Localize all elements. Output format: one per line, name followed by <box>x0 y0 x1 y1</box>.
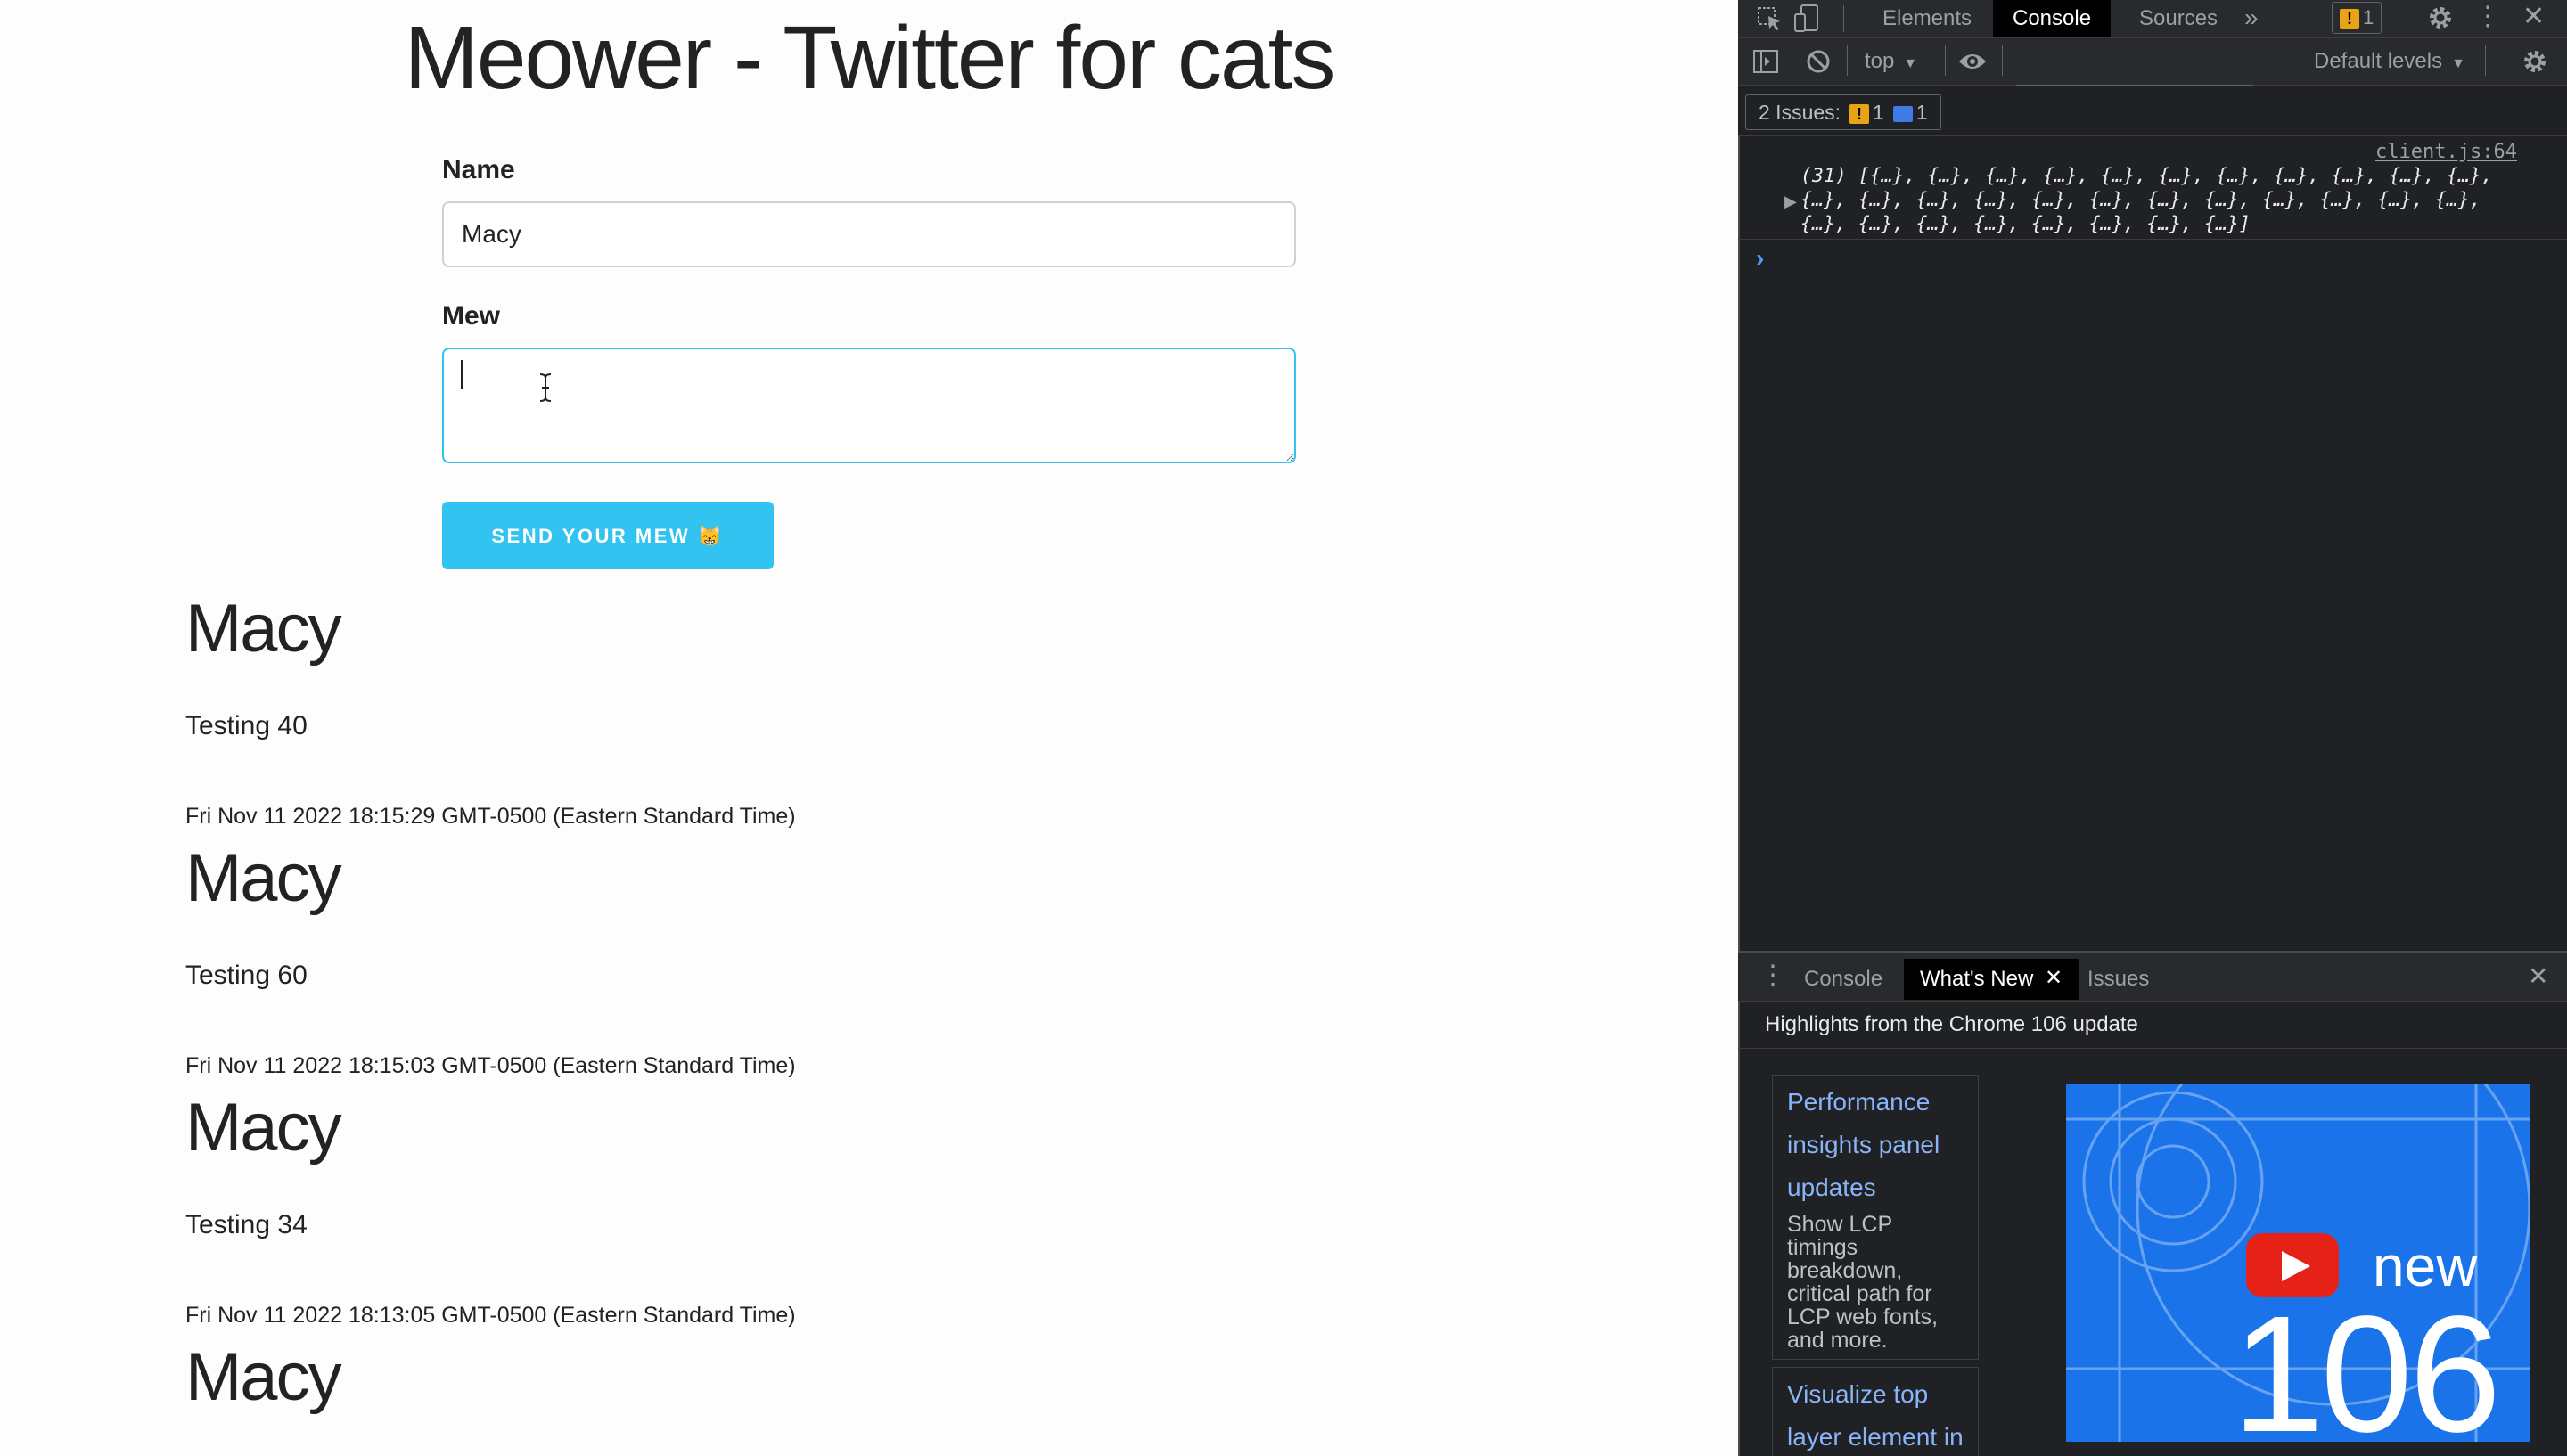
mew-item: Macy Testing 60 Fri Nov 11 2022 18:15:03… <box>185 840 796 1079</box>
mew-content: Testing 34 <box>185 1210 308 1239</box>
sidebar-toggle-icon[interactable] <box>1752 49 1779 74</box>
chevron-down-icon: ▼ <box>1903 56 1918 71</box>
settings-icon[interactable] <box>2426 4 2455 32</box>
close-tab-icon[interactable]: ✕ <box>2045 968 2063 989</box>
card-title[interactable]: Performance insights panel updates <box>1787 1081 1964 1209</box>
drawer-tab-console[interactable]: Console <box>1788 959 1899 1000</box>
mew-date: Fri Nov 11 2022 18:15:03 GMT-0500 (Easte… <box>185 1053 796 1078</box>
text-cursor-icon <box>539 373 552 402</box>
issues-label: 2 Issues: <box>1759 101 1841 124</box>
whats-new-card[interactable]: Performance insights panel updates Show … <box>1772 1075 1979 1360</box>
mew-author: Macy <box>185 1090 342 1166</box>
warnings-counter[interactable]: ! 1 <box>2332 2 2382 34</box>
mew-label: Mew <box>442 301 501 331</box>
headline-separator <box>1738 1048 2567 1049</box>
mew-content: Testing 40 <box>185 711 308 740</box>
more-tabs-icon[interactable]: » <box>2244 5 2259 30</box>
issues-button[interactable]: 2 Issues:! 1 1 <box>1745 94 1941 130</box>
log-source-link[interactable]: client.js:64 <box>2375 141 2517 163</box>
card-description: Show LCP timings breakdown, critical pat… <box>1787 1212 1939 1353</box>
whats-new-headline: Highlights from the Chrome 106 update <box>1765 1012 2138 1036</box>
warnings-count: 1 <box>2363 6 2374 29</box>
mew-date: Fri Nov 11 2022 18:15:29 GMT-0500 (Easte… <box>185 804 796 829</box>
issues-warn-count: 1 <box>1873 101 1884 124</box>
inspect-icon[interactable] <box>1756 5 1783 32</box>
close-drawer-icon[interactable]: ✕ <box>2528 964 2548 989</box>
console-prompt[interactable]: › <box>1756 244 1764 273</box>
name-input[interactable] <box>442 201 1296 267</box>
drawer-tab-issues[interactable]: Issues <box>2071 959 2165 1000</box>
context-selector[interactable]: top ▼ <box>1865 38 1917 85</box>
panel-divider[interactable] <box>1738 0 1740 1456</box>
text-caret <box>461 360 463 389</box>
tab-sources[interactable]: Sources <box>2120 0 2237 37</box>
web-page: Meower - Twitter for cats Name Mew SEND … <box>0 0 1738 1456</box>
log-levels-dropdown[interactable]: Default levels ▼ <box>2314 38 2465 85</box>
log-levels-value: Default levels <box>2314 49 2443 73</box>
clear-console-icon[interactable] <box>1806 49 1831 74</box>
mew-item: Macy Testing 34 Fri Nov 11 2022 18:13:05… <box>185 1090 796 1329</box>
mew-content: Testing 60 <box>185 961 308 990</box>
chrome-update-video-thumbnail[interactable]: new 106 <box>2066 1084 2530 1442</box>
page-title: Meower - Twitter for cats <box>404 8 1336 108</box>
name-label: Name <box>442 155 515 184</box>
close-icon[interactable]: ✕ <box>2522 4 2545 30</box>
whats-new-card[interactable]: Visualize top layer element in <box>1772 1367 1979 1456</box>
mew-author: Macy <box>185 1339 342 1415</box>
warning-icon: ! <box>1849 103 1870 124</box>
tab-console[interactable]: Console <box>1993 0 2112 37</box>
tab-elements[interactable]: Elements <box>1863 0 1991 37</box>
mew-item: Macy <box>185 1339 342 1415</box>
devtools-toolbar: Elements Console Sources » ! 1 ⋮ ✕ <box>1738 0 2567 38</box>
expand-triangle-icon[interactable]: ▶ <box>1784 192 1797 211</box>
log-separator <box>1738 239 2567 240</box>
console-settings-icon[interactable] <box>2521 47 2549 76</box>
console-toolbar: top ▼ Default levels ▼ <box>1738 38 2567 117</box>
warning-icon: ! <box>2340 9 2359 29</box>
console-log-entry[interactable]: (31) [{…}, {…}, {…}, {…}, {…}, {…}, {…},… <box>1800 164 2514 236</box>
kebab-menu-icon[interactable]: ⋮ <box>2474 4 2501 30</box>
mew-date: Fri Nov 11 2022 18:13:05 GMT-0500 (Easte… <box>185 1303 796 1328</box>
promo-version-number: 106 <box>2232 1282 2501 1442</box>
context-value: top <box>1865 49 1895 73</box>
mew-item: Macy Testing 40 Fri Nov 11 2022 18:15:29… <box>185 591 796 830</box>
mew-textarea[interactable] <box>442 348 1296 463</box>
drawer-menu-icon[interactable]: ⋮ <box>1759 962 1786 989</box>
chevron-down-icon: ▼ <box>2451 56 2465 71</box>
mew-author: Macy <box>185 840 342 916</box>
card-title[interactable]: Visualize top layer element in <box>1787 1373 1964 1456</box>
send-mew-button[interactable]: SEND YOUR MEW 😸 <box>442 502 774 569</box>
mew-author: Macy <box>185 591 342 667</box>
device-toolbar-icon[interactable] <box>1793 4 1820 34</box>
issues-info-count: 1 <box>1915 101 1928 124</box>
devtools-panel: Elements Console Sources » !1 ⋮ ✕ top▼ <box>1738 0 2567 1456</box>
eye-icon[interactable] <box>1957 51 1988 72</box>
info-message-icon <box>1892 105 1913 122</box>
